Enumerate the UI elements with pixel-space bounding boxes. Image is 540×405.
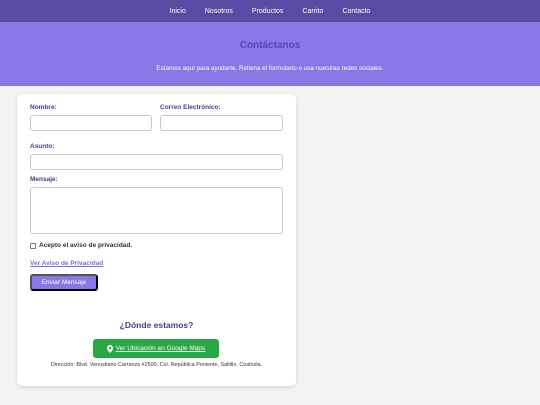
page-title: Contáctanos — [239, 40, 301, 51]
message-label: Mensaje: — [30, 176, 58, 183]
nav-item-productos[interactable]: Productos — [252, 8, 284, 15]
nav-item-inicio[interactable]: Inicio — [170, 8, 186, 15]
google-maps-button[interactable]: Ver Ubicación en Google Maps — [93, 339, 219, 358]
email-label: Correo Electrónico: — [160, 104, 221, 111]
google-maps-button-label: Ver Ubicación en Google Maps — [115, 345, 206, 352]
map-pin-icon — [106, 344, 113, 353]
privacy-checkbox-label: Acepto el aviso de privacidad. — [39, 242, 133, 249]
privacy-notice-link[interactable]: Ver Aviso de Privacidad — [30, 260, 103, 267]
privacy-checkbox[interactable] — [30, 242, 36, 249]
page-subtitle: Estamos aquí para ayudarte. Rellena el f… — [156, 65, 384, 72]
location-title: ¿Dónde estamos? — [119, 320, 194, 330]
nav-item-contacto[interactable]: Contacto — [342, 8, 370, 15]
name-input[interactable] — [30, 115, 152, 131]
nav-item-nosotros[interactable]: Nosotros — [205, 8, 233, 15]
send-message-button[interactable]: Enviar Mensaje — [30, 274, 98, 291]
contact-form-card: Nombre: Correo Electrónico: Asunto: Mens… — [17, 94, 296, 386]
privacy-consent-row: Acepto el aviso de privacidad. — [30, 242, 132, 249]
address-text: Dirección: Blvd. Venustiano Carranza #25… — [50, 362, 263, 368]
subject-input[interactable] — [30, 154, 283, 170]
subject-label: Asunto: — [30, 143, 55, 150]
nav-item-carrito[interactable]: Carrito — [302, 8, 323, 15]
name-label: Nombre: — [30, 104, 57, 111]
top-navbar: Inicio Nosotros Productos Carrito Contac… — [0, 0, 540, 22]
message-textarea[interactable] — [30, 187, 283, 234]
hero-banner: Contáctanos Estamos aquí para ayudarte. … — [0, 22, 540, 86]
email-input[interactable] — [160, 115, 283, 131]
